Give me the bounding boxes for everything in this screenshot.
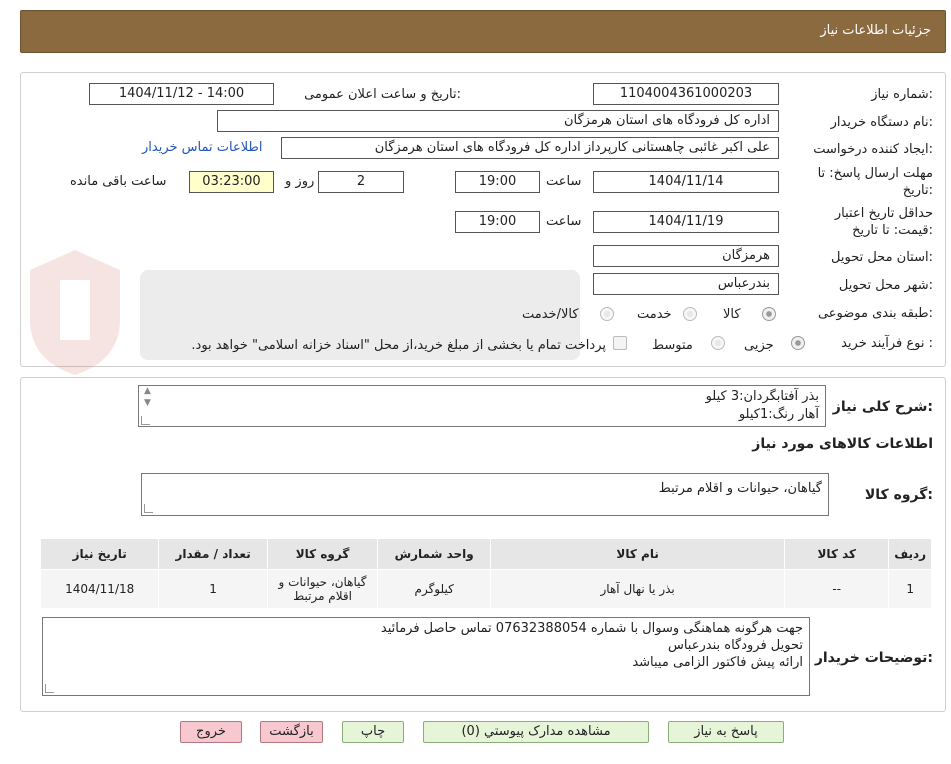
resize-grip-icon[interactable] [144,504,153,513]
buyer-notes-textarea[interactable]: جهت هرگونه هماهنگی وسوال با شماره 076323… [42,617,810,696]
scroll-up-icon[interactable]: ▲ [144,386,151,396]
requester-label: ایجاد کننده درخواست: [813,142,933,157]
process-medium-radio[interactable] [711,336,725,350]
category-service-label: خدمت [637,307,672,322]
table-row: 1 -- بذر یا نهال آهار کیلوگرم گیاهان، حی… [39,569,932,609]
goods-info-title: اطلاعات کالاهای مورد نیاز [752,436,933,452]
process-minor-label: جزیی [744,338,774,353]
buyer-note-line: تحویل فرودگاه بندرعباس [667,638,803,653]
validity-label-line2: قیمت: تا تاریخ: [852,223,933,238]
resize-grip-icon[interactable] [141,416,150,425]
goods-group-label: گروه کالا: [864,487,933,503]
validity-date-field: 1404/11/19 [593,211,779,233]
exit-button[interactable]: خروج [180,721,242,743]
column-header: تاریخ نیاز [39,538,160,570]
goods-group-cell: گیاهان، حیوانات و اقلام مرتبط [266,569,379,609]
need-number-label: شماره نیاز: [871,87,933,102]
city-label: شهر محل تحویل: [838,278,933,293]
category-label: طبقه بندی موضوعی: [817,306,933,321]
requester-field: علی اکبر غائبی چاهستانی کارپرداز اداره ک… [281,137,779,159]
need-date-cell: 1404/11/18 [39,569,160,609]
item-code-cell: -- [784,569,890,609]
buyer-notes-label: توضیحات خریدار: [814,650,933,666]
summary-textarea[interactable]: بذر آفتابگردان:3 کیلو آهار رنگ:1کیلو [138,385,826,427]
row-number-cell: 1 [888,569,932,609]
scroll-down-icon[interactable]: ▼ [144,398,151,408]
deadline-label-line1: مهلت ارسال پاسخ: تا [817,166,933,181]
validity-time-field: 19:00 [455,211,540,233]
treasury-payment-note: پرداخت تمام یا بخشی از مبلغ خرید،از محل … [191,338,606,353]
need-number-field: 1104004361000203 [593,83,779,105]
print-button[interactable]: چاپ [342,721,404,743]
column-header: تعداد / مقدار [158,538,268,570]
item-name-cell: بذر یا نهال آهار [490,569,786,609]
buyer-note-line: جهت هرگونه هماهنگی وسوال با شماره 076323… [380,621,803,636]
goods-group-textarea[interactable]: گیاهان، حیوانات و اقلام مرتبط [141,473,829,516]
category-goods-label: کالا [723,307,741,322]
reply-button[interactable]: پاسخ به نیاز [668,721,784,743]
column-header: واحد شمارش [377,538,492,570]
validity-label-line1: حداقل تاریخ اعتبار [834,206,933,221]
announce-datetime-field: 1404/11/12 - 14:00 [89,83,274,105]
province-field: هرمزگان [593,245,779,267]
column-header: نام کالا [490,538,786,570]
quantity-cell: 1 [158,569,268,609]
table-header-row: ردیف کد کالا نام کالا واحد شمارش گروه کا… [39,538,932,570]
page-title: جزئیات اطلاعات نیاز [820,23,931,38]
buyer-org-label: نام دستگاه خریدار: [830,115,933,130]
category-goods-service-radio[interactable] [600,307,614,321]
process-medium-label: متوسط [652,338,693,353]
process-label: نوع فرآیند خرید : [841,336,933,351]
category-goods-radio[interactable] [762,307,776,321]
buyer-note-line: ارائه پیش فاکتور الزامی میباشد [632,655,803,670]
deadline-time-label: ساعت [546,174,582,189]
category-service-radio[interactable] [683,307,697,321]
resize-grip-icon[interactable] [45,684,54,693]
column-header: کد کالا [784,538,890,570]
buyer-org-field: اداره کل فرودگاه های استان هرمزگان [217,110,779,132]
days-remaining-field: 2 [318,171,404,193]
page-header: جزئیات اطلاعات نیاز [20,10,946,53]
column-header: ردیف [888,538,932,570]
time-remaining-field: 03:23:00 [189,171,274,193]
process-minor-radio[interactable] [791,336,805,350]
treasury-payment-checkbox[interactable] [613,336,627,350]
days-label: روز و [285,174,315,189]
unit-cell: کیلوگرم [377,569,492,609]
category-goods-service-label: کالا/خدمت [522,307,579,322]
city-field: بندرعباس [593,273,779,295]
announce-label: تاریخ و ساعت اعلان عمومی: [304,87,461,102]
province-label: استان محل تحویل: [831,250,933,265]
deadline-time-field: 19:00 [455,171,540,193]
items-table-wrapper: ردیف کد کالا نام کالا واحد شمارش گروه کا… [39,538,932,609]
items-table: ردیف کد کالا نام کالا واحد شمارش گروه کا… [39,538,932,609]
column-header: گروه کالا [266,538,379,570]
view-attachments-button[interactable]: مشاهده مدارک پیوستي (0) [423,721,649,743]
buyer-contact-link[interactable]: اطلاعات تماس خریدار [142,140,262,155]
back-button[interactable]: بازگشت [260,721,323,743]
deadline-label-line2: تاریخ: [902,183,933,198]
summary-line: بذر آفتابگردان:3 کیلو [705,389,819,404]
deadline-date-field: 1404/11/14 [593,171,779,193]
watermark-logo [30,250,580,375]
summary-label: شرح کلی نیاز: [832,399,933,415]
summary-line: آهار رنگ:1کیلو [738,407,819,422]
time-remaining-label: ساعت باقی مانده [70,174,167,189]
validity-time-label: ساعت [546,214,582,229]
